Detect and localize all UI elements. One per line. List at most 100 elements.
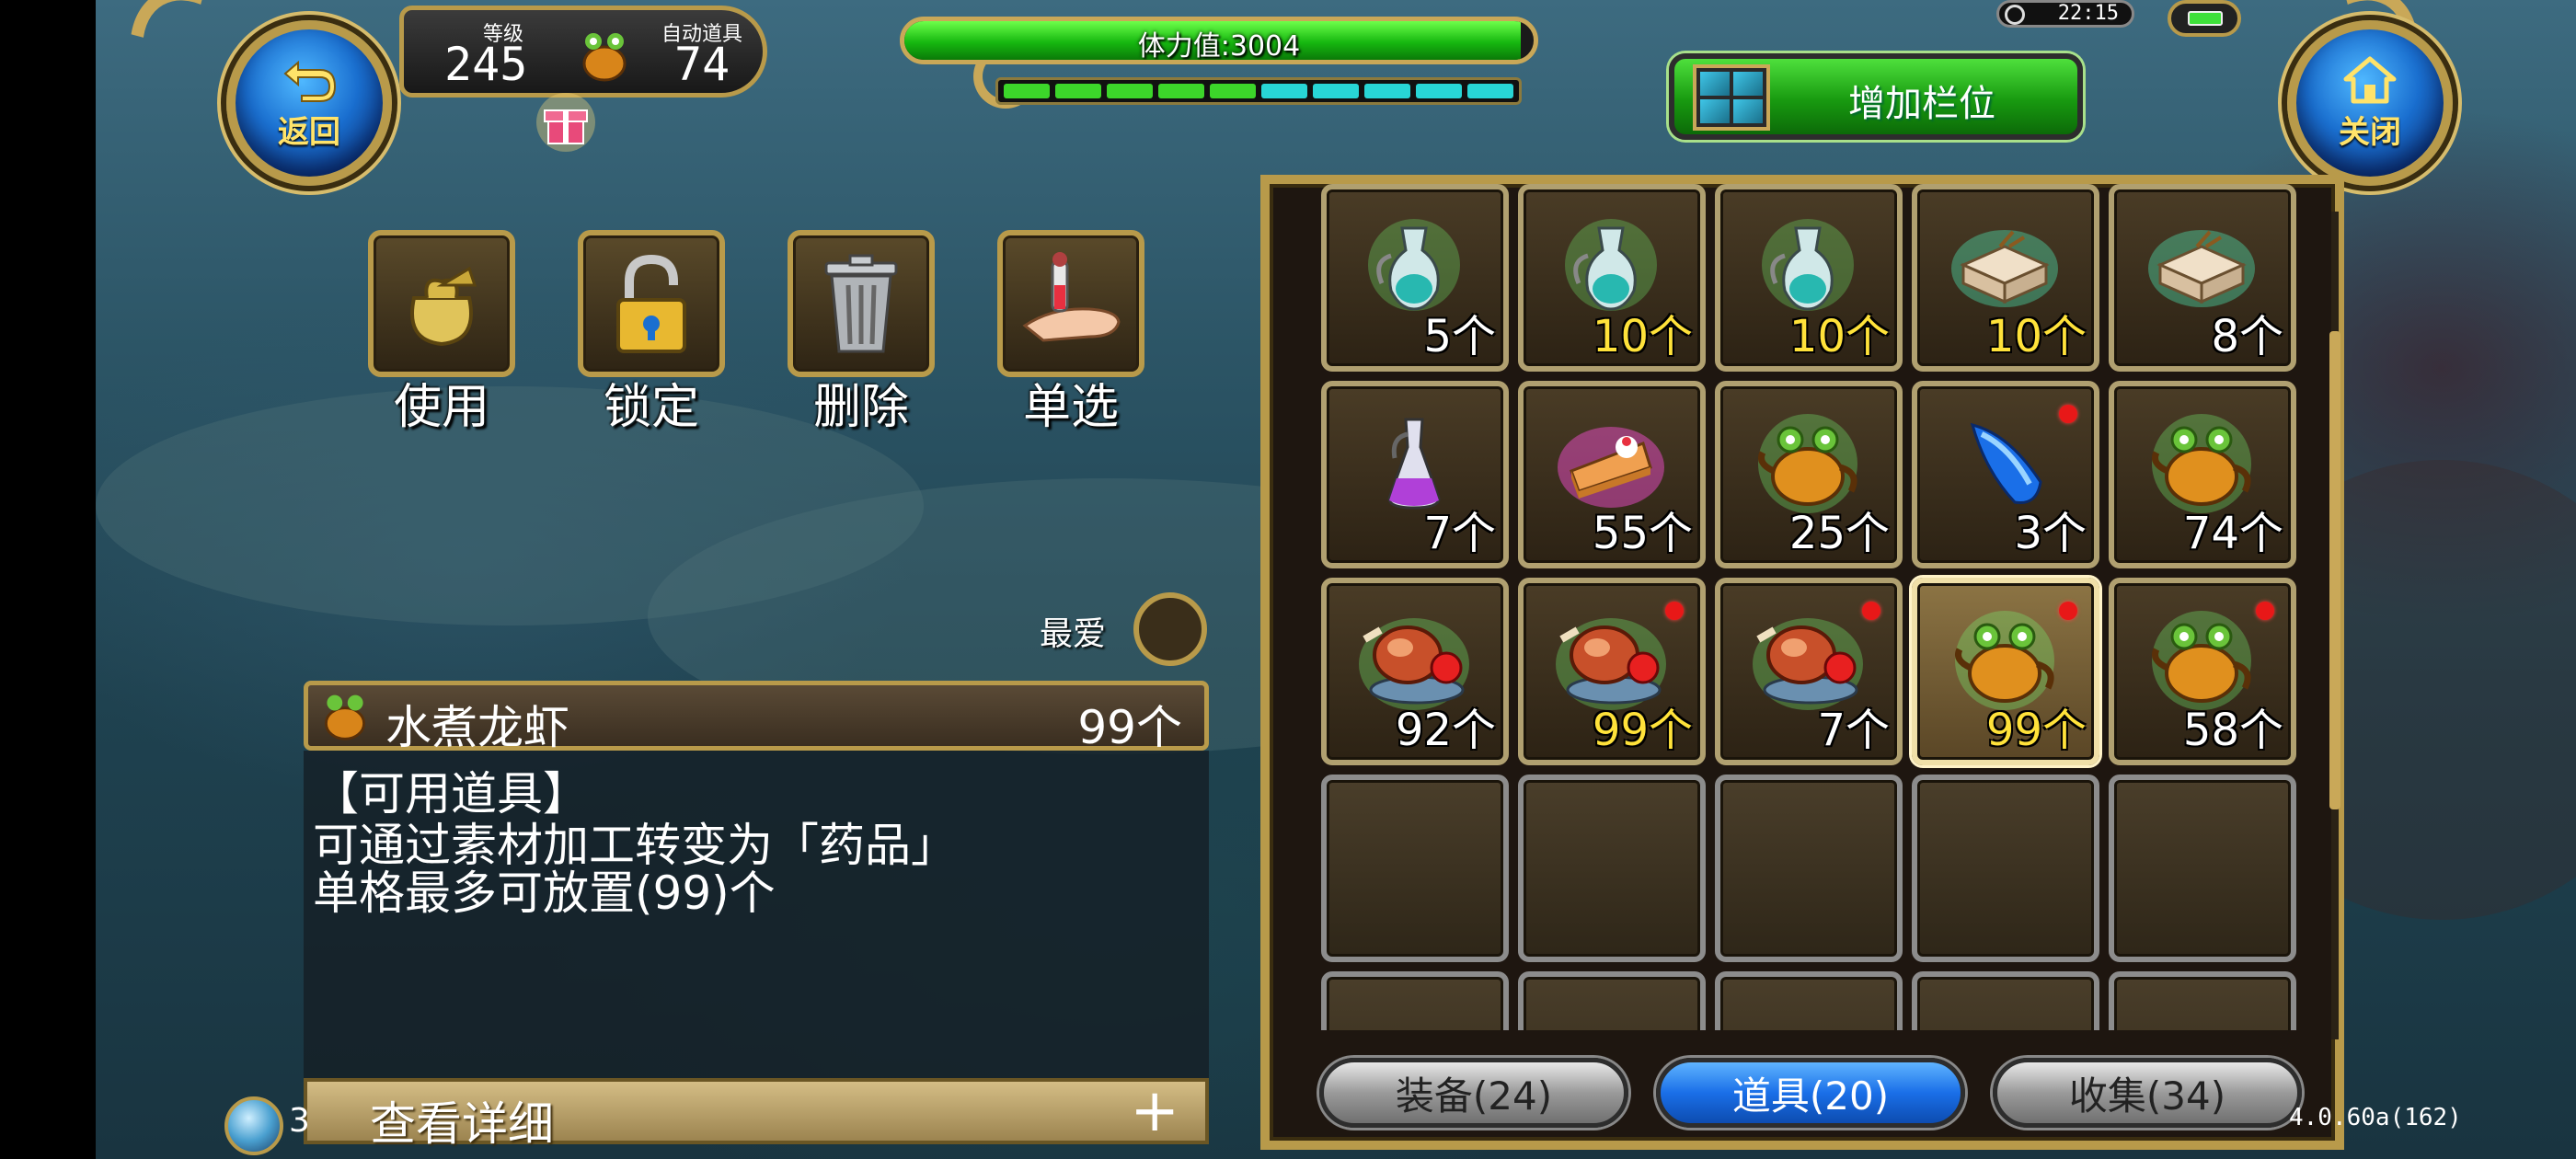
gift-icon[interactable] <box>534 90 598 155</box>
teapot-icon <box>317 691 373 746</box>
energy-segment <box>1364 84 1410 98</box>
tab-label: 收集(34) <box>2068 1073 2226 1119</box>
padlock-icon <box>616 254 686 353</box>
frog-teapot-icon <box>575 29 634 84</box>
tab-label: 装备(24) <box>1395 1073 1553 1119</box>
close-button[interactable]: 关闭 <box>2287 20 2453 186</box>
inventory-slot[interactable]: 7个 <box>1715 578 1903 765</box>
favorite-label: 最爱 <box>1040 615 1107 653</box>
inventory-slot[interactable]: 58个 <box>2109 578 2296 765</box>
item-header: 水煮龙虾 99个 <box>304 681 1209 754</box>
energy-segment <box>1158 84 1204 98</box>
inventory-slot[interactable]: 55个 <box>1518 381 1706 568</box>
auto-item-value: 74 <box>674 38 730 91</box>
favorite-toggle[interactable] <box>1133 592 1207 666</box>
inventory-slot[interactable]: 3个 <box>1912 381 2099 568</box>
inventory-slot[interactable]: 5个 <box>1321 184 1509 372</box>
back-arrow-icon <box>283 60 337 102</box>
slot-quantity: 7个 <box>1423 508 1496 559</box>
level-value: 245 <box>444 38 528 91</box>
bottom-counter: 3 <box>289 1102 310 1140</box>
slot-quantity: 25个 <box>1788 508 1890 559</box>
inventory-slot-empty[interactable] <box>1715 775 1903 962</box>
inventory-slot[interactable]: 7个 <box>1321 381 1509 568</box>
inventory-slot-empty[interactable] <box>1518 775 1706 962</box>
inventory-slot-empty[interactable] <box>1912 971 2099 1030</box>
tab-label: 道具(20) <box>1731 1073 1890 1119</box>
new-badge <box>1862 602 1880 620</box>
delete-button[interactable] <box>788 230 935 377</box>
slot-quantity: 10个 <box>1985 311 2087 362</box>
slot-quantity: 99个 <box>1985 705 2087 756</box>
new-badge <box>2256 602 2274 620</box>
inventory-slot[interactable]: 92个 <box>1321 578 1509 765</box>
new-badge <box>1665 602 1684 620</box>
inventory-slot[interactable]: 25个 <box>1715 381 1903 568</box>
level-panel: 等级 245 自动道具 74 <box>399 6 767 98</box>
tab-items[interactable]: 道具(20) <box>1656 1058 1965 1128</box>
item-count: 99个 <box>1077 701 1182 754</box>
hand-potion-icon <box>1022 252 1121 342</box>
inventory-slot-empty[interactable] <box>1518 971 1706 1030</box>
close-label: 关闭 <box>2339 113 2401 151</box>
trash-icon <box>824 254 898 353</box>
inventory-slot-empty[interactable] <box>1715 971 1903 1030</box>
slot-quantity: 3个 <box>2014 508 2087 559</box>
version-label: 4.0.60a(162) <box>2289 1104 2462 1131</box>
energy-segment <box>1313 84 1359 98</box>
slot-quantity: 74个 <box>2182 508 2283 559</box>
inventory-slot[interactable]: 74个 <box>2109 381 2296 568</box>
clock-time: 22:15 <box>2057 2 2119 25</box>
clock-icon <box>2005 5 2025 25</box>
delete-label: 删除 <box>812 380 909 435</box>
slot-quantity: 92个 <box>1395 705 1496 756</box>
slot-quantity: 10个 <box>1788 311 1890 362</box>
plus-icon: + <box>1130 1077 1179 1145</box>
description-line: 单格最多可放置(99)个 <box>313 866 776 920</box>
tab-collection[interactable]: 收集(34) <box>1993 1058 2302 1128</box>
slot-quantity: 8个 <box>2211 311 2283 362</box>
tab-equipment[interactable]: 装备(24) <box>1319 1058 1628 1128</box>
use-button[interactable] <box>368 230 515 377</box>
inventory-slot-empty[interactable] <box>1321 775 1509 962</box>
inventory-slot[interactable]: 99个 <box>1912 578 2099 765</box>
energy-segments <box>995 77 1522 105</box>
stamina-gauge: 体力值:3004 <box>885 11 1557 112</box>
inventory-slot[interactable]: 10个 <box>1715 184 1903 372</box>
view-details-label: 查看详细 <box>370 1097 554 1151</box>
inventory-slot[interactable]: 10个 <box>1912 184 2099 372</box>
slot-quantity: 7个 <box>1817 705 1890 756</box>
stamina-bar: 体力值:3004 <box>900 17 1538 64</box>
back-button[interactable]: 返回 <box>226 20 392 186</box>
home-icon <box>2343 56 2397 103</box>
inventory-slot[interactable]: 99个 <box>1518 578 1706 765</box>
energy-segment <box>1107 84 1153 98</box>
item-name: 水煮龙虾 <box>385 701 569 754</box>
inventory-scrollbar-thumb[interactable] <box>2329 331 2340 809</box>
energy-segment <box>1416 84 1462 98</box>
inventory-slot[interactable]: 8个 <box>2109 184 2296 372</box>
energy-segment <box>1055 84 1101 98</box>
new-badge <box>2059 405 2077 423</box>
single-select-button[interactable] <box>997 230 1144 377</box>
lock-button[interactable] <box>578 230 725 377</box>
energy-segment <box>1467 84 1513 98</box>
energy-segment <box>1210 84 1256 98</box>
description-line: 【可用道具】 <box>313 767 589 820</box>
orb-icon[interactable] <box>224 1096 283 1155</box>
view-details-button[interactable]: 查看详细 + <box>304 1077 1209 1151</box>
battery-icon <box>2168 0 2241 37</box>
add-slot-button[interactable]: 增加栏位 <box>1669 53 2083 140</box>
inventory-slot-empty[interactable] <box>2109 775 2296 962</box>
energy-segment <box>1004 84 1050 98</box>
slot-quantity: 58个 <box>2182 705 2283 756</box>
slot-quantity: 55个 <box>1592 508 1693 559</box>
slot-quantity: 5个 <box>1423 311 1496 362</box>
inventory-slot[interactable]: 10个 <box>1518 184 1706 372</box>
inventory-slot-empty[interactable] <box>2109 971 2296 1030</box>
inventory-slot-empty[interactable] <box>1912 775 2099 962</box>
inventory-slot-empty[interactable] <box>1321 971 1509 1030</box>
add-slot-label: 增加栏位 <box>1848 83 1995 125</box>
clock: 22:15 <box>1996 0 2134 28</box>
single-select-label: 单选 <box>1022 380 1119 435</box>
